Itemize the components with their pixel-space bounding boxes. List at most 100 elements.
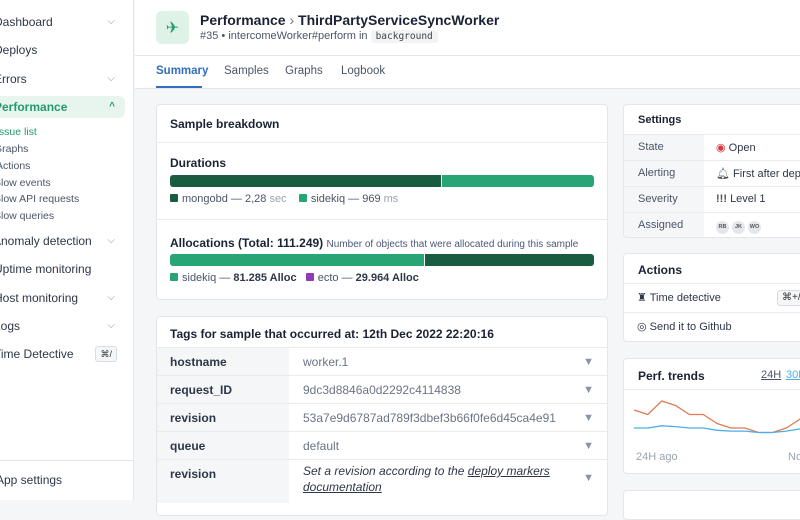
tags-card: Tags for sample that occurred at: 12th D… <box>156 316 608 516</box>
action-send-github[interactable]: ◎ Send it to Github <box>624 312 800 341</box>
sidebar-item-host[interactable]: Host monitoring ⌵ <box>0 287 125 309</box>
card-title: Sample breakdown <box>170 117 280 131</box>
table-row: revision 53a7e9d6787ad789f3dbef3b66f0fe6d… <box>157 403 607 431</box>
bar-segment-sidekiq <box>441 175 594 187</box>
sidebar-item-uptime[interactable]: Uptime monitoring <box>0 258 125 280</box>
shortcut-badge: ⌘+/ <box>777 290 800 306</box>
chevron-up-icon: ^ <box>109 101 115 112</box>
sidebar-item-errors[interactable]: Errors⌵ <box>0 68 125 90</box>
sidebar-item-logs[interactable]: Logs⌵ <box>0 315 125 337</box>
legend-swatch <box>305 273 314 281</box>
table-row: request_ID 9dc3d8846a0d2292c4114838 ▼ <box>157 375 607 403</box>
github-icon: ◎ <box>637 321 647 333</box>
durations-title: Durations <box>170 156 227 170</box>
sidebar: Dashboard⌵ Deploys Errors⌵ Performance^ … <box>0 0 134 500</box>
tag-key: queue <box>157 432 289 459</box>
state-value: Open <box>728 142 756 154</box>
filter-icon[interactable]: ▼ <box>583 356 594 368</box>
setting-value: !!! Level 1 <box>716 193 766 205</box>
incident-number: #35 <box>200 30 219 42</box>
table-row: revision Set a revision according to the… <box>157 459 607 503</box>
legend-name: sidekiq <box>310 193 346 205</box>
legend-swatch <box>170 273 178 281</box>
range-24h[interactable]: 24H <box>761 369 781 381</box>
in-label: in <box>358 30 368 42</box>
action-name: intercomeWorker#perform <box>228 30 356 42</box>
card-title: Actions <box>638 263 683 277</box>
sidebar-item-dashboard[interactable]: Dashboard⌵ <box>0 11 125 33</box>
legend-value: 29.964 Alloc <box>355 272 419 284</box>
action-time-detective[interactable]: ♜ Time detective ⌘+/ <box>624 283 800 312</box>
filter-icon[interactable]: ▼ <box>583 412 594 424</box>
sidebar-sub-slow-queries[interactable]: Slow queries <box>0 210 54 222</box>
tag-key: revision <box>157 460 289 503</box>
allocations-header: Allocations (Total: 111.249) Number of o… <box>170 236 578 250</box>
tab-summary[interactable]: Summary <box>156 65 208 77</box>
sidebar-item-app-settings[interactable]: App settings <box>0 469 125 491</box>
chevron-down-icon: ⌵ <box>107 320 115 331</box>
avatar[interactable]: JK <box>732 221 745 234</box>
filter-icon[interactable]: ▼ <box>583 440 594 452</box>
legend-name: mongobd <box>182 193 228 205</box>
axis-end-label: Now <box>788 451 800 463</box>
legend-value: 81.285 Alloc <box>233 272 297 284</box>
time-detective-label: ♜ Time detective <box>637 291 721 304</box>
settings-row-assigned[interactable]: Assigned RB JK WO <box>624 212 800 237</box>
durations-bar <box>170 175 594 187</box>
sidebar-sub-issue-list[interactable]: Issue list <box>0 126 37 138</box>
setting-key: Alerting <box>624 161 704 186</box>
filter-icon[interactable]: ▼ <box>583 384 594 396</box>
tab-samples[interactable]: Samples <box>224 65 269 77</box>
card-title: Settings <box>638 114 682 126</box>
setting-value: 🔔︎ First after deploy <box>716 167 800 180</box>
legend-name: ecto <box>317 272 339 284</box>
sidebar-item-deploys[interactable]: Deploys <box>0 39 125 61</box>
page-subtitle: #35 • intercomeWorker#perform in backgro… <box>200 30 438 43</box>
legend-swatch <box>170 194 178 202</box>
range-30d[interactable]: 30D <box>786 369 800 381</box>
perf-trends-card: Perf. trends 24H 30D 24H ago Now <box>623 358 800 474</box>
action-label: Time detective <box>649 292 721 304</box>
bar-segment-ecto <box>424 254 594 266</box>
tag-key: revision <box>157 404 289 431</box>
bar-segment-sidekiq <box>170 254 425 266</box>
sidebar-sub-slow-events[interactable]: Slow events <box>0 177 51 189</box>
legend-name: sidekiq <box>182 272 217 284</box>
chevron-down-icon: ⌵ <box>107 16 115 27</box>
page-title: Performance › ThirdPartyServiceSyncWorke… <box>200 12 499 28</box>
github-label: ◎ Send it to Github <box>637 320 732 333</box>
sidebar-sub-actions[interactable]: Actions <box>0 160 30 172</box>
allocations-title: Allocations (Total: 111.249) <box>170 236 324 250</box>
action-label: Send it to Github <box>649 321 732 333</box>
sidebar-sub-graphs[interactable]: Graphs <box>0 143 28 155</box>
table-row: queue default ▼ <box>157 431 607 459</box>
chevron-down-icon: ⌵ <box>107 235 115 246</box>
severity-value: Level 1 <box>730 193 766 205</box>
tab-logbook[interactable]: Logbook <box>341 65 385 77</box>
actions-card: Actions ♜ Time detective ⌘+/ ◎ Send it t… <box>623 253 800 342</box>
durations-legend: mongobd — 2,28 sec sidekiq — 969 ms <box>170 193 398 205</box>
sidebar-item-performance[interactable]: Performance ^ <box>0 96 125 118</box>
avatar[interactable]: WO <box>748 221 761 234</box>
page-header: ✈ Performance › ThirdPartyServiceSyncWor… <box>135 0 800 56</box>
sidebar-sub-slow-api[interactable]: Slow API requests <box>0 193 79 205</box>
tag-value: default <box>303 439 340 453</box>
sidebar-item-time-detective[interactable]: Time Detective ⌘/ <box>0 343 125 365</box>
trend-line-orange <box>634 400 800 434</box>
tab-bar: Summary Samples Graphs Logbook <box>135 56 800 89</box>
settings-row-alerting[interactable]: Alerting 🔔︎ First after deploy <box>624 160 800 186</box>
avatar[interactable]: RB <box>716 221 729 234</box>
settings-row-state[interactable]: State ◉ Open <box>624 134 800 160</box>
setting-value: ◉ Open <box>716 141 756 154</box>
settings-card: Settings State ◉ Open Alerting 🔔︎ First af… <box>623 104 800 238</box>
tab-graphs[interactable]: Graphs <box>285 65 323 77</box>
breadcrumb-performance[interactable]: Performance <box>200 12 286 28</box>
setting-key: Assigned <box>624 213 704 237</box>
tag-key: hostname <box>157 348 289 375</box>
tag-value: Set a revision according to the deploy m… <box>303 463 553 495</box>
filter-icon[interactable]: ▼ <box>583 472 594 484</box>
settings-row-severity[interactable]: Severity!!! Level 1 <box>624 186 800 212</box>
sidebar-item-anomaly[interactable]: Anomaly detection ⌵ <box>0 230 125 252</box>
bar-segment-mongobd <box>170 175 442 187</box>
revision-hint: Set a revision according to the <box>303 464 468 478</box>
